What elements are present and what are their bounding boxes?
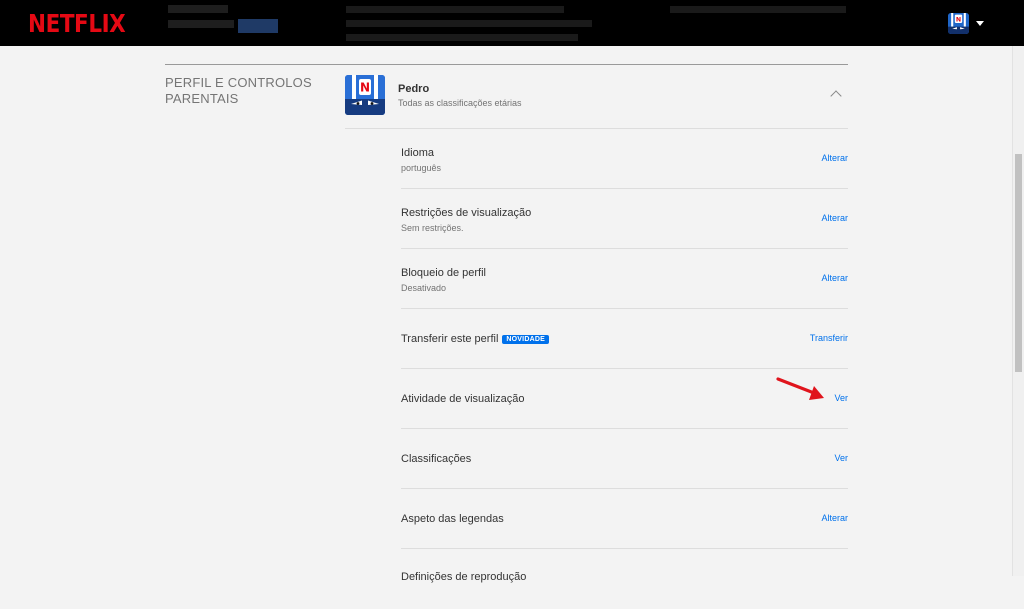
setting-row-transferir: Transferir este perfil NOVIDADE Transferi… — [401, 309, 848, 369]
obscured-text — [346, 6, 564, 13]
obscured-text — [346, 20, 592, 27]
setting-label: Classificações — [401, 453, 472, 465]
profile-avatar: N — [345, 75, 385, 115]
setting-label: Atividade de visualização — [401, 393, 525, 405]
chevron-up-icon[interactable] — [830, 90, 842, 102]
setting-value: português — [401, 163, 442, 173]
setting-value: Desativado — [401, 283, 447, 293]
setting-label: Idioma — [401, 147, 435, 159]
caret-down-icon[interactable] — [976, 21, 984, 26]
setting-row-restricoes: Restrições de visualização Sem restriçõe… — [401, 189, 848, 249]
profile-name: Pedro — [398, 83, 430, 95]
setting-label: Bloqueio de perfil — [401, 267, 487, 279]
setting-row-legendas: Aspeto das legendas Alterar — [401, 489, 848, 549]
setting-label: Definições de reprodução — [401, 571, 527, 583]
setting-label: Restrições de visualização — [401, 207, 532, 219]
change-language-link[interactable]: Alterar — [821, 153, 848, 163]
new-badge: NOVIDADE — [502, 335, 549, 344]
profile-settings-list: Idioma português Alterar Restrições de v… — [401, 129, 848, 609]
scrollbar-thumb[interactable] — [1015, 154, 1022, 372]
view-ratings-link[interactable]: Ver — [834, 453, 848, 463]
svg-text:N: N — [360, 81, 370, 95]
setting-row-reproducao: Definições de reprodução — [401, 549, 848, 609]
profile-avatar-icon[interactable]: N — [948, 13, 969, 34]
change-subtitles-link[interactable]: Alterar — [821, 513, 848, 523]
profile-rating: Todas as classificações etárias — [398, 98, 522, 108]
obscured-text — [346, 34, 578, 41]
top-header: NETFLIX N — [0, 0, 1024, 46]
setting-value: Sem restrições. — [401, 223, 464, 233]
divider — [165, 64, 848, 65]
setting-row-bloqueio: Bloqueio de perfil Desativado Alterar — [401, 249, 848, 309]
transfer-profile-link[interactable]: Transferir — [810, 333, 848, 343]
vertical-scrollbar[interactable] — [1012, 46, 1024, 576]
obscured-chip — [238, 19, 278, 33]
setting-row-idioma: Idioma português Alterar — [401, 129, 848, 189]
setting-label: Aspeto das legendas — [401, 513, 504, 525]
view-activity-link[interactable]: Ver — [834, 393, 848, 403]
obscured-text — [168, 20, 234, 28]
svg-text:N: N — [956, 16, 961, 23]
obscured-text — [168, 5, 228, 13]
obscured-text — [670, 6, 846, 13]
change-restrictions-link[interactable]: Alterar — [821, 213, 848, 223]
setting-row-classificacoes: Classificações Ver — [401, 429, 848, 489]
change-profile-lock-link[interactable]: Alterar — [821, 273, 848, 283]
netflix-logo[interactable]: NETFLIX — [28, 9, 126, 38]
red-arrow-annotation-icon — [776, 377, 824, 400]
section-title: PERFIL E CONTROLOS PARENTAIS — [165, 75, 312, 106]
setting-label: Transferir este perfil NOVIDADE — [401, 333, 549, 345]
setting-label-text: Transferir este perfil — [401, 333, 499, 345]
